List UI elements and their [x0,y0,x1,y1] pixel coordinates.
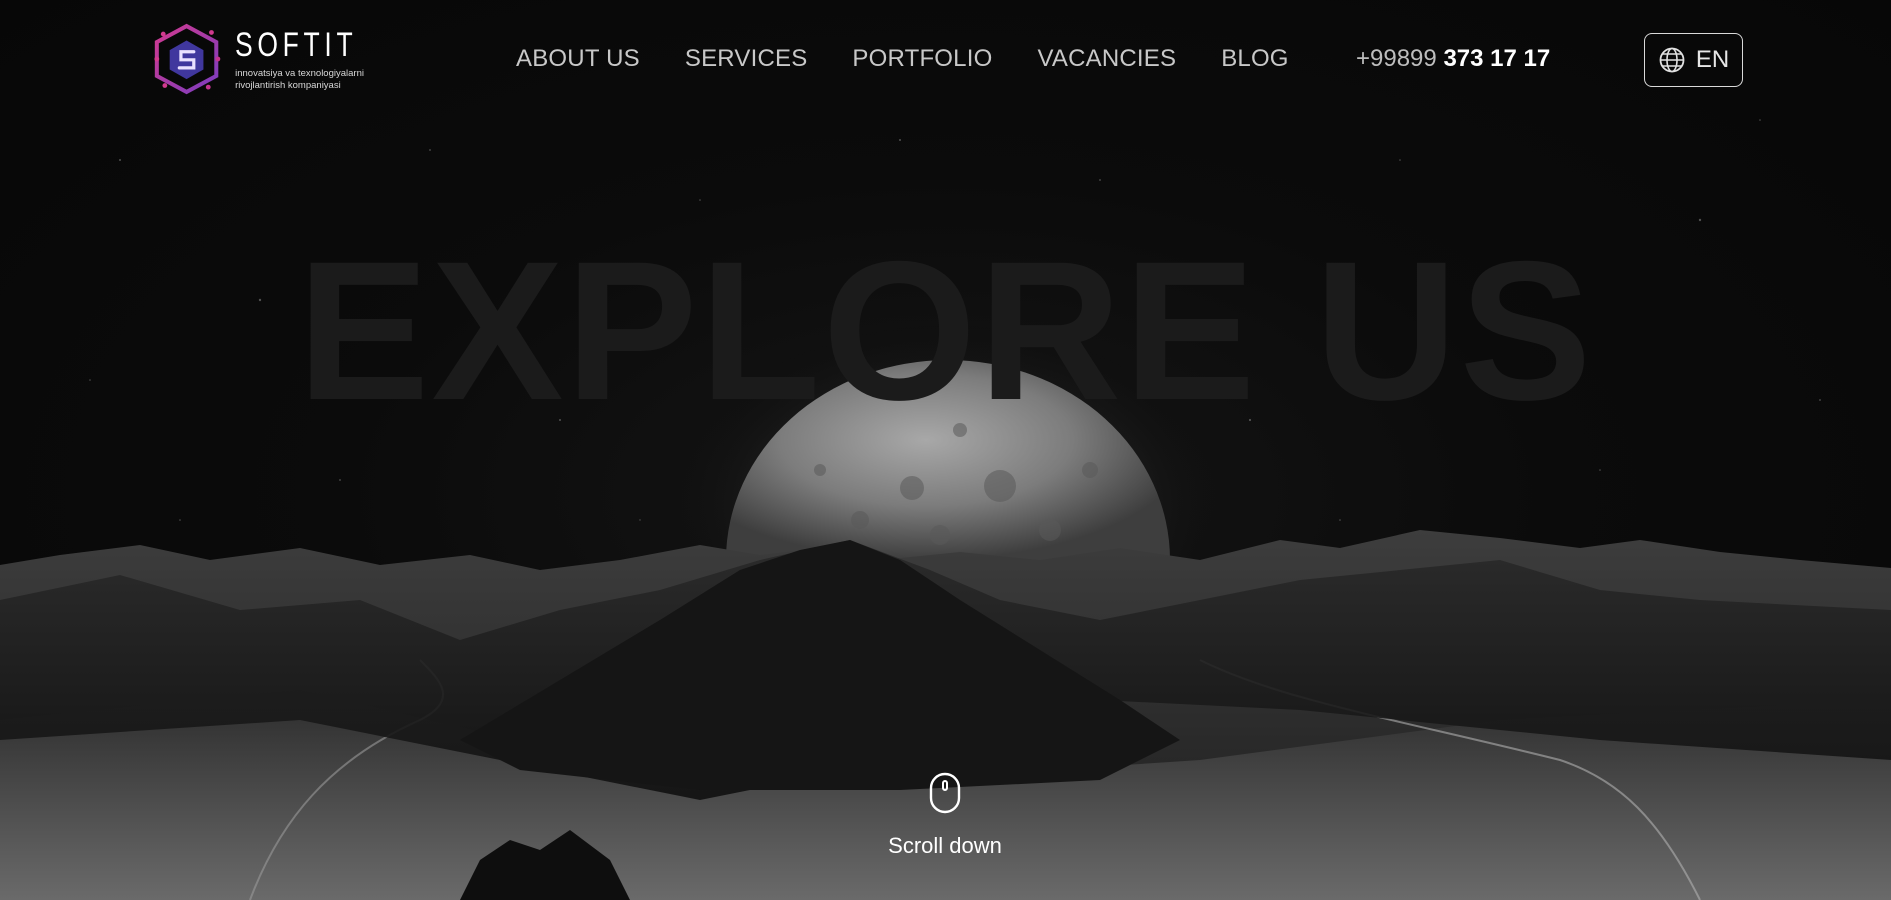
phone-number: 373 17 17 [1443,45,1551,72]
phone-link[interactable]: +99899 373 17 17 [1356,44,1550,74]
globe-icon [1659,47,1685,73]
nav-portfolio[interactable]: PORTFOLIO [852,44,992,74]
logo[interactable]: SOFTIT innovatsiya va texnologiyalarni r… [152,14,392,106]
language-switcher[interactable]: EN [1644,33,1743,87]
site-header: SOFTIT innovatsiya va texnologiyalarni r… [0,0,1891,120]
language-code: EN [1695,46,1730,73]
phone-prefix: +99899 [1356,45,1437,72]
softit-logo-icon [154,23,221,95]
logo-name: SOFTIT [235,26,358,64]
hero-section: EXPLORE US [0,0,1891,900]
hero-background-image [0,119,1891,900]
nav-blog[interactable]: BLOG [1221,44,1289,74]
scroll-down-label: Scroll down [888,833,1002,858]
hero-headline: EXPLORE US [297,220,1594,441]
logo-tagline: innovatsiya va texnologiyalarni rivojlan… [235,68,364,91]
nav-services[interactable]: SERVICES [685,44,808,74]
nav-about-us[interactable]: ABOUT US [516,44,640,74]
nav-vacancies[interactable]: VACANCIES [1037,44,1176,74]
mouse-icon [929,772,961,814]
main-nav: ABOUT US SERVICES PORTFOLIO VACANCIES BL… [516,44,1289,74]
scroll-down[interactable]: Scroll down [845,772,1045,859]
